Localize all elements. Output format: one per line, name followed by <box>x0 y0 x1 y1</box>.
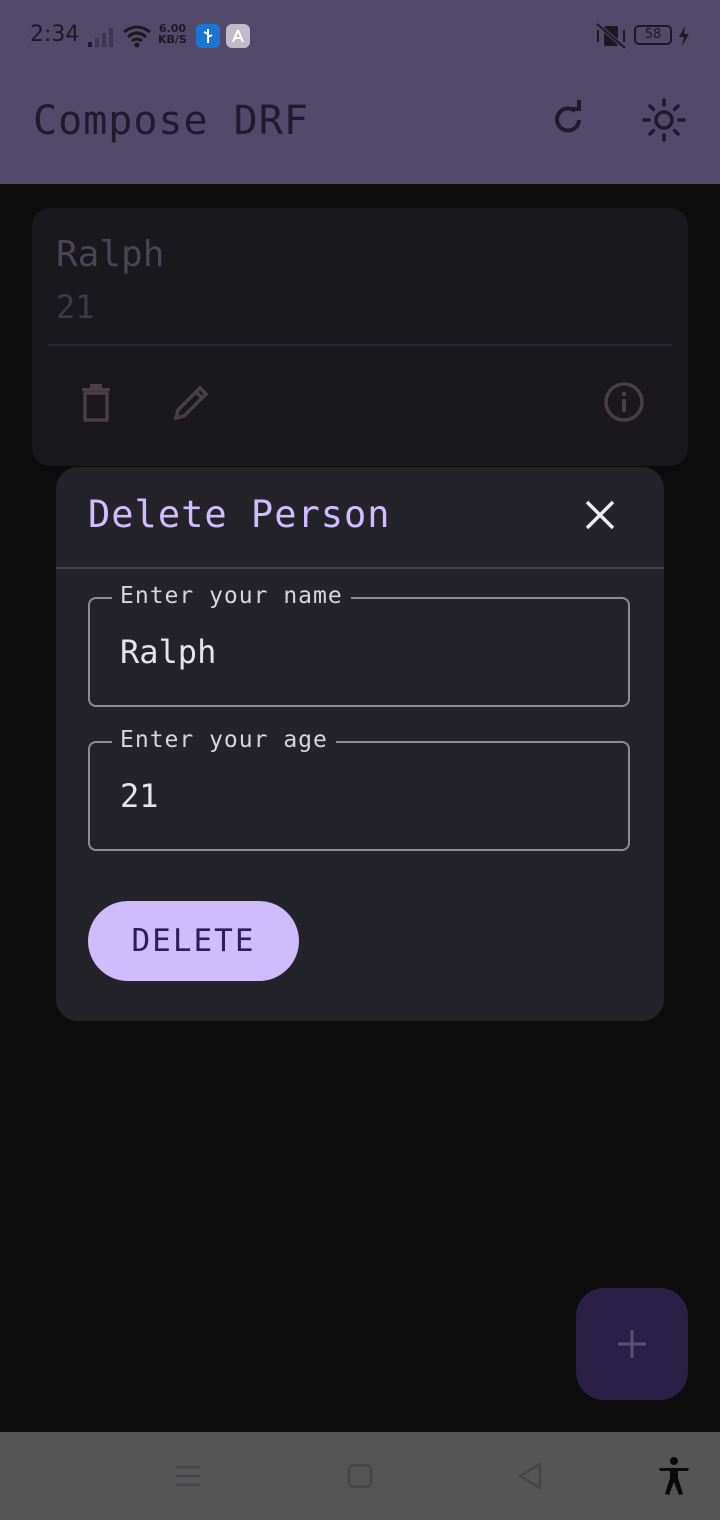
name-field-label: Enter your name <box>112 583 351 609</box>
theme-toggle-button[interactable] <box>636 92 692 148</box>
menu-icon <box>176 1465 200 1487</box>
charging-icon <box>679 26 689 46</box>
network-speed-unit: KB/S <box>158 33 187 46</box>
notification-app-icon-2 <box>226 24 250 48</box>
delete-button[interactable]: DELETE <box>88 901 299 981</box>
refresh-icon <box>555 100 581 133</box>
refresh-button[interactable] <box>540 92 596 148</box>
delete-person-dialog: Delete Person Enter your name Ralph Ente… <box>56 467 664 1021</box>
network-speed: 6.00 KB/S <box>158 23 187 45</box>
usb-icon <box>203 29 213 43</box>
name-field[interactable]: Enter your name Ralph <box>88 583 630 707</box>
edit-icon <box>173 385 209 421</box>
delete-icon <box>82 384 110 422</box>
battery-indicator: 58 <box>634 25 672 45</box>
app-title: Compose DRF <box>33 98 309 144</box>
nav-home-button[interactable] <box>332 1448 388 1504</box>
age-field-label: Enter your age <box>112 727 336 753</box>
plus-icon <box>618 1330 646 1358</box>
info-button[interactable] <box>596 374 652 430</box>
dialog-title: Delete Person <box>88 493 391 536</box>
close-dialog-button[interactable] <box>572 487 628 543</box>
card-divider <box>48 344 672 346</box>
status-bar: 2:34 6.00 KB/S 58 <box>0 0 720 72</box>
signal-icon <box>88 28 113 47</box>
navigation-bar <box>0 1432 720 1520</box>
back-icon <box>518 1462 542 1490</box>
accessibility-button[interactable] <box>646 1448 702 1504</box>
person-name: Ralph <box>56 234 165 275</box>
wifi-icon <box>123 25 151 48</box>
dialog-divider <box>56 567 664 569</box>
app-store-icon <box>232 29 244 43</box>
person-card: Ralph 21 <box>32 208 688 466</box>
sun-icon <box>642 98 686 142</box>
nav-back-button[interactable] <box>502 1448 558 1504</box>
edit-person-button[interactable] <box>164 374 220 430</box>
delete-person-button[interactable] <box>68 374 124 430</box>
person-age: 21 <box>56 288 95 326</box>
name-field-value[interactable]: Ralph <box>120 633 216 671</box>
add-person-button[interactable] <box>576 1288 688 1400</box>
age-field[interactable]: Enter your age 21 <box>88 727 630 851</box>
accessibility-icon <box>659 1457 689 1495</box>
info-icon <box>604 382 644 422</box>
close-icon <box>585 500 615 530</box>
notification-app-icon-1 <box>196 24 220 48</box>
status-time: 2:34 <box>30 22 80 47</box>
age-field-value[interactable]: 21 <box>120 777 159 815</box>
top-app-bar: Compose DRF <box>0 72 720 184</box>
nav-menu-button[interactable] <box>160 1448 216 1504</box>
vibrate-off-icon <box>595 22 627 50</box>
home-icon <box>347 1463 373 1489</box>
